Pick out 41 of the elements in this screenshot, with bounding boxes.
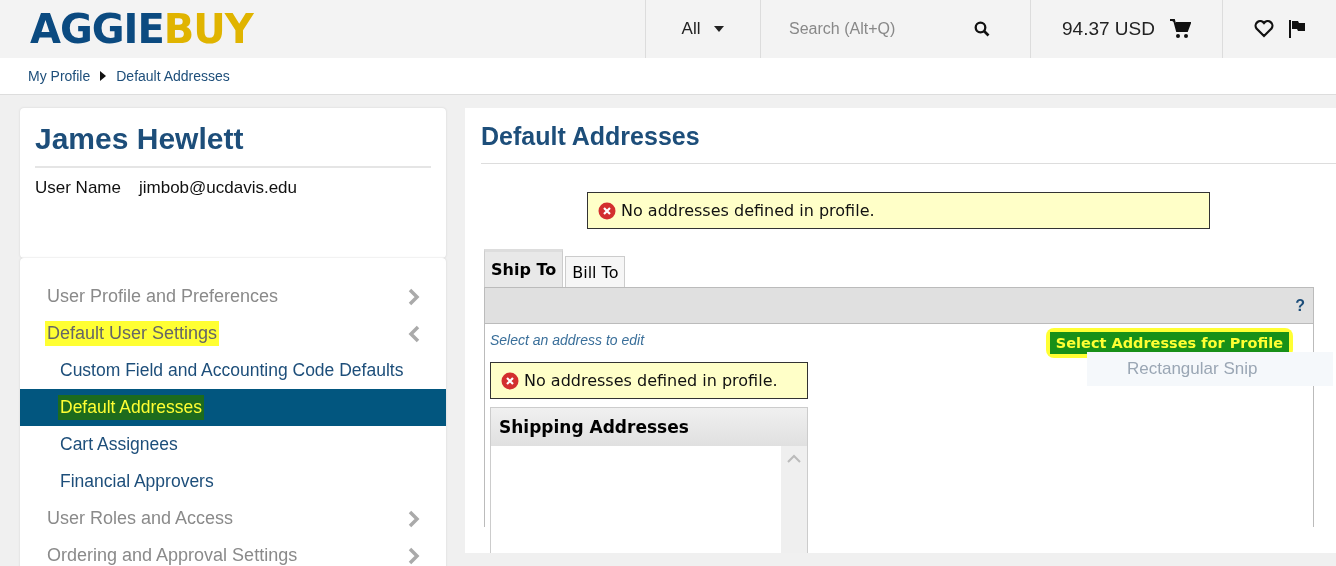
page-title: Default Addresses bbox=[481, 122, 1336, 164]
user-name-label: User Name bbox=[35, 178, 121, 198]
nav-section[interactable]: Default User Settings bbox=[45, 321, 220, 346]
chevron-left-icon[interactable] bbox=[408, 324, 420, 343]
nav-item-label: Default Addresses bbox=[58, 395, 205, 420]
nav-item[interactable]: Custom Field and Accounting Code Defaults bbox=[20, 352, 446, 389]
nav-item-label: Custom Field and Accounting Code Defaults bbox=[59, 359, 405, 382]
nav-item[interactable]: Default Addresses bbox=[20, 389, 446, 426]
error-icon bbox=[501, 371, 519, 390]
error-icon bbox=[598, 201, 616, 220]
help-link[interactable]: ? bbox=[1295, 296, 1305, 315]
nav-item-label: Financial Approvers bbox=[59, 470, 215, 493]
message-text: No addresses defined in profile. bbox=[524, 371, 778, 390]
nav-item[interactable]: Cart Assignees bbox=[20, 426, 446, 463]
message-text: No addresses defined in profile. bbox=[621, 201, 875, 220]
chevron-up-icon bbox=[787, 454, 801, 463]
breadcrumb-link[interactable]: My Profile bbox=[28, 68, 91, 84]
chevron-right-icon[interactable] bbox=[408, 287, 420, 306]
snip-tooltip: Rectangular Snip bbox=[1087, 352, 1333, 386]
nav-section[interactable]: User Roles and Access bbox=[45, 506, 236, 531]
select-addresses-button[interactable]: Select Addresses for Profile bbox=[1049, 332, 1289, 354]
breadcrumb-link[interactable]: Default Addresses bbox=[116, 68, 230, 84]
nav-item-label: Cart Assignees bbox=[59, 433, 179, 456]
cart-icon bbox=[1168, 18, 1191, 40]
scrollbar[interactable] bbox=[781, 446, 807, 553]
heart-icon[interactable] bbox=[1253, 20, 1274, 38]
chevron-right-icon[interactable] bbox=[408, 546, 420, 565]
search-icon[interactable] bbox=[974, 21, 990, 37]
nav-item[interactable]: Financial Approvers bbox=[20, 463, 446, 500]
flag-icon[interactable] bbox=[1287, 19, 1306, 39]
tab[interactable]: Ship To bbox=[484, 249, 564, 287]
hint-text: Select an address to edit bbox=[490, 332, 645, 348]
list-header: Shipping Addresses bbox=[491, 408, 807, 446]
tab[interactable]: Bill To bbox=[565, 256, 626, 287]
caret-right-icon bbox=[100, 71, 107, 81]
user-name-value: jimbob@ucdavis.edu bbox=[138, 178, 298, 198]
profile-name: James Hewlett bbox=[35, 122, 431, 168]
caret-icon bbox=[714, 26, 725, 32]
nav-section[interactable]: Ordering and Approval Settings bbox=[45, 543, 300, 566]
aggiebuy-logo[interactable]: AGGIEBUY bbox=[0, 0, 645, 58]
chevron-right-icon[interactable] bbox=[408, 509, 420, 528]
